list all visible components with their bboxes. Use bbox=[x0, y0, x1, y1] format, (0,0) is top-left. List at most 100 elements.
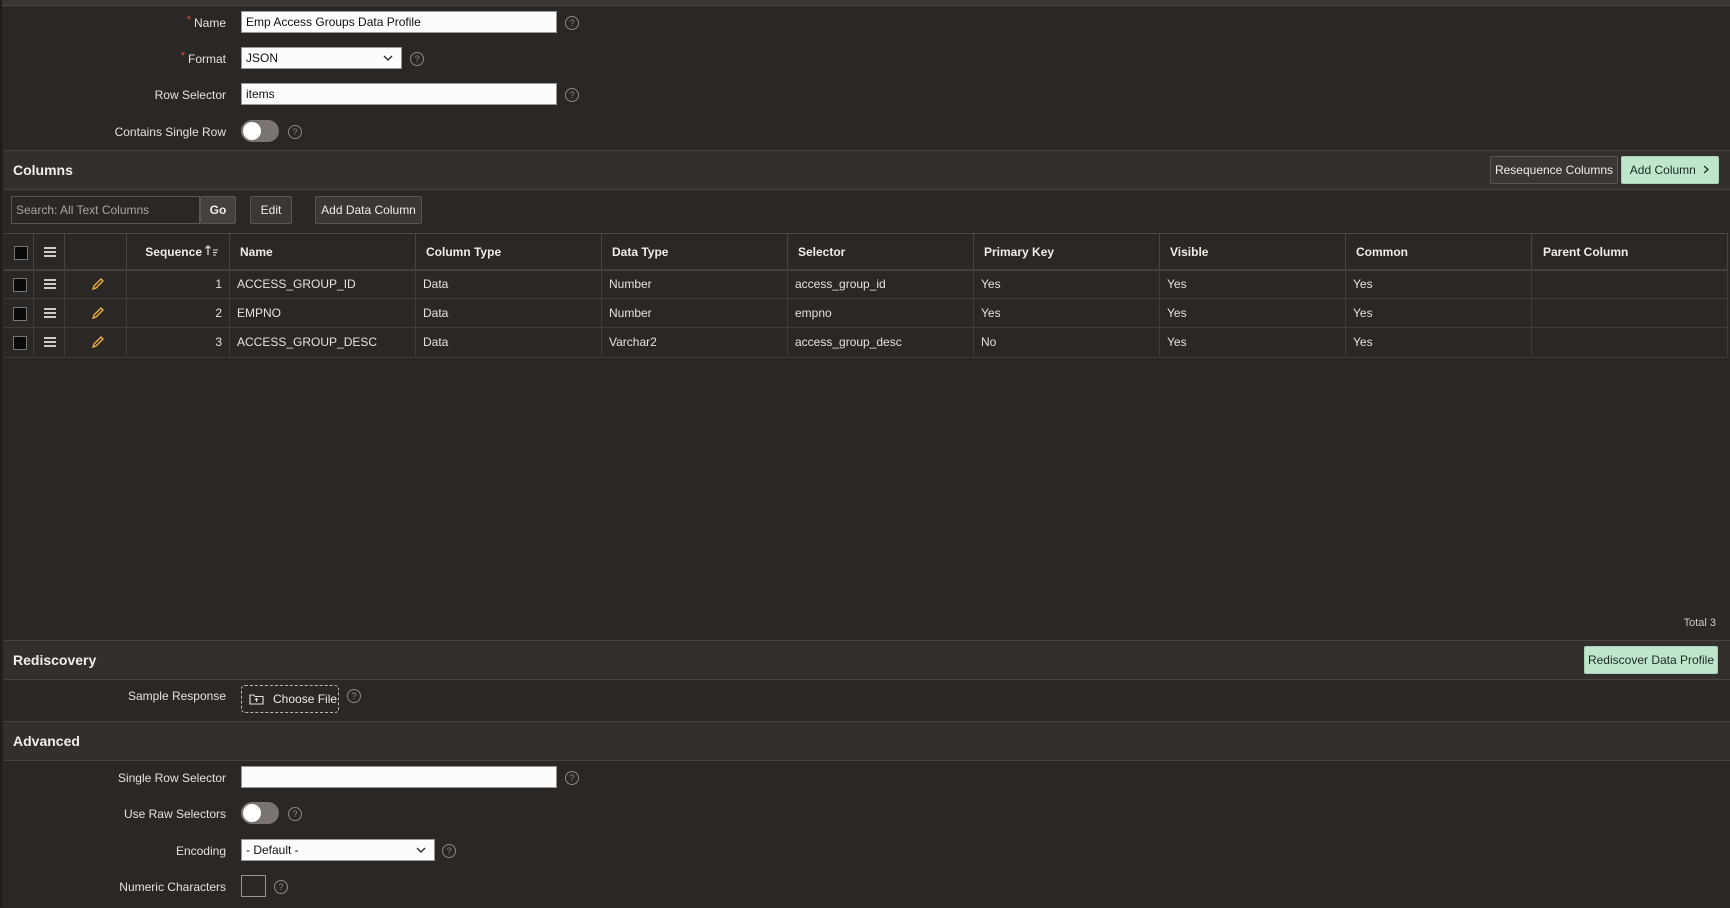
name-label: * Name bbox=[2, 14, 226, 30]
numeric-characters-input[interactable] bbox=[241, 875, 266, 897]
help-icon[interactable]: ? bbox=[288, 807, 302, 821]
header-parent-column[interactable]: Parent Column bbox=[1532, 234, 1728, 270]
name-row: * Name Emp Access Groups Data Profile ? bbox=[2, 11, 602, 35]
help-icon[interactable]: ? bbox=[565, 16, 579, 30]
format-value: JSON bbox=[246, 51, 279, 65]
required-marker: * bbox=[180, 50, 185, 62]
page-frame: * Name Emp Access Groups Data Profile ? *… bbox=[0, 0, 1730, 906]
folder-upload-icon bbox=[249, 694, 264, 705]
cell-parent-column bbox=[1532, 299, 1728, 328]
cell-name: ACCESS_GROUP_ID bbox=[230, 270, 416, 299]
cell-visible: Yes bbox=[1160, 328, 1346, 357]
header-sequence[interactable]: Sequence bbox=[127, 234, 230, 270]
row-select-cell bbox=[4, 299, 34, 328]
numeric-characters-row: Numeric Characters ? bbox=[2, 875, 602, 899]
help-icon[interactable]: ? bbox=[565, 771, 579, 785]
header-name[interactable]: Name bbox=[230, 234, 416, 270]
rediscover-data-profile-button[interactable]: Rediscover Data Profile bbox=[1584, 646, 1718, 674]
select-all-checkbox[interactable] bbox=[14, 246, 28, 260]
cell-data-type: Varchar2 bbox=[602, 328, 788, 357]
header-visible[interactable]: Visible bbox=[1160, 234, 1346, 270]
header-data-type[interactable]: Data Type bbox=[602, 234, 788, 270]
single-row-toggle[interactable] bbox=[241, 120, 279, 142]
cell-name: EMPNO bbox=[230, 299, 416, 328]
header-primary-key[interactable]: Primary Key bbox=[974, 234, 1160, 270]
edit-button[interactable]: Edit bbox=[250, 196, 292, 224]
grid-header: Sequence Name Column Type Data Type Sele… bbox=[4, 233, 1728, 271]
resequence-columns-button[interactable]: Resequence Columns bbox=[1490, 156, 1618, 184]
top-border bbox=[2, 0, 1730, 6]
edit-pencil-icon[interactable] bbox=[91, 335, 105, 349]
format-select[interactable]: JSON bbox=[241, 47, 402, 69]
cell-name: ACCESS_GROUP_DESC bbox=[230, 328, 416, 357]
row-select-cell bbox=[4, 270, 34, 299]
columns-search-input[interactable]: Search: All Text Columns bbox=[11, 196, 200, 224]
advanced-title: Advanced bbox=[13, 733, 80, 749]
choose-file-button[interactable]: Choose File bbox=[241, 685, 339, 713]
encoding-row: Encoding - Default - ? bbox=[2, 839, 602, 863]
sample-response-label: Sample Response bbox=[127, 689, 226, 703]
row-checkbox[interactable] bbox=[13, 307, 27, 321]
table-row[interactable]: 2 EMPNO Data Number empno Yes Yes Yes bbox=[4, 298, 1728, 328]
row-menu-cell bbox=[34, 299, 65, 328]
help-icon[interactable]: ? bbox=[347, 689, 361, 703]
sample-response-row: Sample Response Choose File ? bbox=[2, 684, 602, 713]
raw-selectors-toggle[interactable] bbox=[241, 802, 279, 824]
help-icon[interactable]: ? bbox=[288, 125, 302, 139]
row-selector-label: Row Selector bbox=[154, 88, 226, 102]
row-menu-icon[interactable] bbox=[44, 337, 56, 347]
cell-primary-key: Yes bbox=[974, 299, 1160, 328]
raw-selectors-label: Use Raw Selectors bbox=[123, 807, 226, 821]
help-icon[interactable]: ? bbox=[274, 880, 288, 894]
add-column-button[interactable]: Add Column bbox=[1621, 156, 1719, 184]
add-data-column-button[interactable]: Add Data Column bbox=[315, 196, 422, 224]
raw-selectors-row: Use Raw Selectors ? bbox=[2, 802, 602, 826]
encoding-label: Encoding bbox=[175, 844, 226, 858]
row-checkbox[interactable] bbox=[13, 278, 27, 292]
single-row-label: Contains Single Row bbox=[114, 125, 226, 139]
cell-selector: access_group_id bbox=[788, 270, 974, 299]
help-icon[interactable]: ? bbox=[410, 52, 424, 66]
cell-sequence: 2 bbox=[127, 299, 230, 328]
row-menu-cell bbox=[34, 328, 65, 357]
choose-file-label: Choose File bbox=[273, 692, 338, 706]
cell-sequence: 3 bbox=[127, 328, 230, 357]
row-menu-icon[interactable] bbox=[44, 279, 56, 289]
table-row[interactable]: 1 ACCESS_GROUP_ID Data Number access_gro… bbox=[4, 269, 1728, 299]
rediscovery-title: Rediscovery bbox=[13, 652, 97, 668]
search-go-button[interactable]: Go bbox=[200, 196, 236, 224]
edit-pencil-icon[interactable] bbox=[91, 306, 105, 320]
row-menu-cell bbox=[34, 270, 65, 299]
cell-column-type: Data bbox=[416, 299, 602, 328]
cell-parent-column bbox=[1532, 270, 1728, 299]
row-selector-row: Row Selector items ? bbox=[2, 83, 602, 107]
add-column-label: Add Column bbox=[1629, 163, 1696, 177]
row-menu-icon[interactable] bbox=[44, 308, 56, 318]
encoding-select[interactable]: - Default - bbox=[241, 839, 435, 861]
table-row[interactable]: 3 ACCESS_GROUP_DESC Data Varchar2 access… bbox=[4, 327, 1728, 358]
row-checkbox[interactable] bbox=[13, 336, 27, 350]
cell-common: Yes bbox=[1346, 270, 1532, 299]
grid-total: Total 3 bbox=[1683, 617, 1716, 629]
sort-ascending-icon bbox=[205, 245, 218, 256]
header-common[interactable]: Common bbox=[1346, 234, 1532, 270]
help-icon[interactable]: ? bbox=[442, 844, 456, 858]
cell-selector: access_group_desc bbox=[788, 328, 974, 357]
single-row-selector-label: Single Row Selector bbox=[117, 771, 226, 785]
cell-column-type: Data bbox=[416, 328, 602, 357]
chevron-down-icon bbox=[416, 847, 426, 854]
row-selector-input[interactable]: items bbox=[241, 83, 557, 105]
help-icon[interactable]: ? bbox=[565, 88, 579, 102]
header-selector[interactable]: Selector bbox=[788, 234, 974, 270]
toggle-knob bbox=[243, 804, 261, 822]
single-row-selector-input[interactable] bbox=[241, 766, 557, 788]
cell-sequence: 1 bbox=[127, 270, 230, 299]
row-edit-cell bbox=[65, 270, 127, 299]
row-menu-icon[interactable] bbox=[44, 247, 56, 257]
cell-visible: Yes bbox=[1160, 270, 1346, 299]
edit-pencil-icon[interactable] bbox=[91, 277, 105, 291]
header-column-type[interactable]: Column Type bbox=[416, 234, 602, 270]
cell-data-type: Number bbox=[602, 270, 788, 299]
name-input[interactable]: Emp Access Groups Data Profile bbox=[241, 11, 557, 33]
cell-primary-key: No bbox=[974, 328, 1160, 357]
